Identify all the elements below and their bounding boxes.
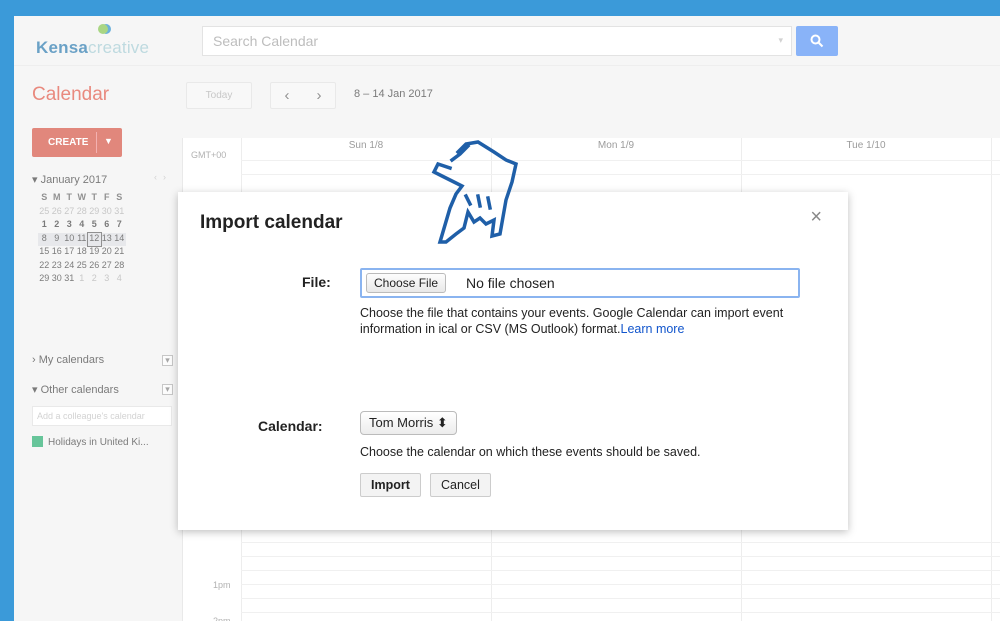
file-help-text: Choose the file that contains your event… [360,306,784,336]
cancel-button[interactable]: Cancel [430,473,491,497]
learn-more-link[interactable]: Learn more [621,322,685,336]
file-input[interactable]: Choose File No file chosen [360,268,800,298]
calendar-label: Calendar: [258,418,323,434]
pointing-hand-icon [431,140,519,244]
calendar-help-text: Choose the calendar on which these event… [360,445,701,459]
select-arrows-icon: ⬍ [436,415,448,430]
file-label: File: [302,274,331,290]
close-icon[interactable]: × [810,206,822,229]
calendar-select[interactable]: Tom Morris ⬍ [360,411,457,435]
dialog-title: Import calendar [200,212,343,233]
file-status: No file chosen [466,275,555,291]
import-button[interactable]: Import [360,473,421,497]
choose-file-button[interactable]: Choose File [366,273,447,293]
